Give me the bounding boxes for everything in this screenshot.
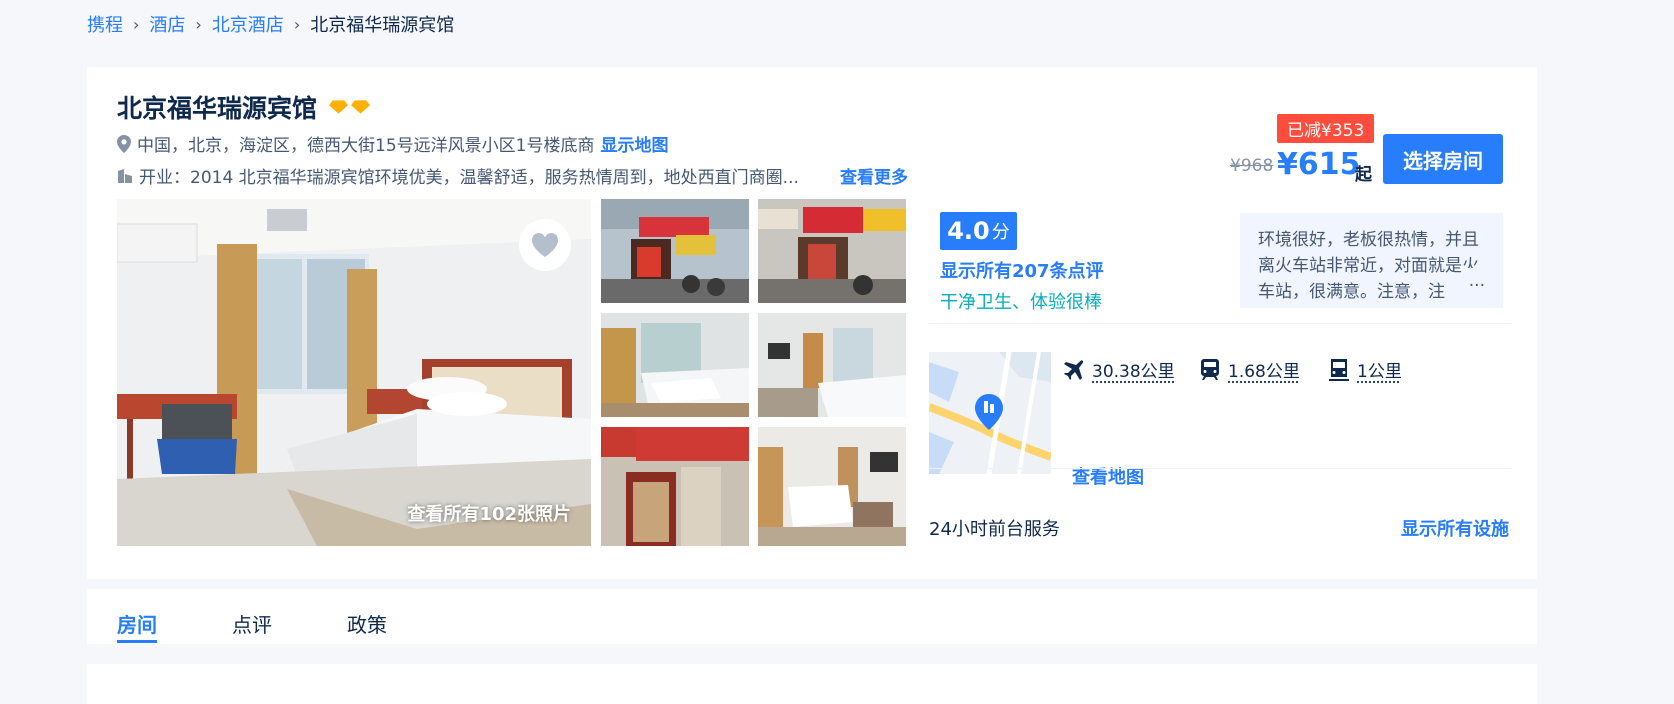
- review-score-badge: 4.0 分: [940, 212, 1017, 250]
- room-photo: [758, 427, 906, 546]
- location-pin-icon: [117, 134, 131, 153]
- metro-icon: [1329, 358, 1349, 381]
- hotel-card: 北京福华瑞源宾馆 中国，北京，海淀区，德西大街15号远洋风景小区1号楼底商 显示…: [87, 67, 1537, 579]
- storefront-photo: [601, 199, 749, 303]
- room-photo: [758, 313, 906, 417]
- section-tabs: 房间 点评 政策: [87, 589, 1537, 644]
- all-facilities-link[interactable]: 显示所有设施: [1401, 515, 1509, 541]
- address-text: 中国，北京，海淀区，德西大街15号远洋风景小区1号楼底商: [137, 136, 595, 156]
- review-tags: 干净卫生、体验很棒: [940, 292, 1102, 313]
- view-map-link[interactable]: 查看地图: [1072, 463, 1144, 489]
- hotel-address: 中国，北京，海淀区，德西大街15号远洋风景小区1号楼底商 显示地图: [117, 131, 668, 156]
- airplane-icon: [1064, 359, 1084, 380]
- heart-icon: [531, 233, 559, 257]
- divider: [929, 323, 1511, 324]
- chevron-right-icon: ›: [293, 14, 301, 34]
- thumbnail-4[interactable]: [758, 313, 906, 417]
- chevron-right-icon: ›: [133, 14, 140, 34]
- map-thumbnail[interactable]: [929, 352, 1051, 474]
- review-quote[interactable]: 环境很好，老板很热情，并且离火车站非常近，对面就是火车站，很满意。注意，注 ..…: [1240, 213, 1503, 308]
- facility-front-desk: 24小时前台服务: [929, 519, 1060, 540]
- discount-badge: 已减¥353: [1277, 114, 1375, 143]
- intro-text: 开业：2014 北京福华瑞源宾馆环境优美，温馨舒适，服务热情周到，地处西直门商圈…: [139, 168, 799, 188]
- see-more-link[interactable]: 查看更多: [840, 163, 908, 188]
- tab-reviews[interactable]: 点评: [232, 609, 272, 638]
- breadcrumb-current: 北京福华瑞源宾馆: [310, 15, 455, 36]
- score-unit: 分: [991, 222, 1010, 243]
- price-from-label: 起: [1355, 165, 1372, 185]
- breadcrumb-link-ctrip[interactable]: 携程: [87, 11, 123, 37]
- transport-metro: 1公里: [1329, 357, 1402, 382]
- tab-rooms[interactable]: 房间: [117, 609, 157, 638]
- breadcrumb-link-hotels[interactable]: 酒店: [149, 11, 185, 37]
- storefront-photo: [758, 199, 906, 303]
- thumbnail-3[interactable]: [601, 313, 749, 417]
- thumbnail-5[interactable]: [601, 427, 749, 546]
- review-quote-text: 环境很好，老板很热情，并且离火车站非常近，对面就是火车站，很满意。注意，注: [1258, 230, 1479, 302]
- main-photo[interactable]: 查看所有102张照片: [117, 199, 591, 546]
- select-room-button[interactable]: 选择房间: [1383, 134, 1503, 184]
- review-quote-ellipsis: ...: [1460, 268, 1485, 294]
- view-all-photos-link[interactable]: 查看所有102张照片: [407, 500, 571, 526]
- review-score: 4.0: [947, 217, 990, 245]
- favorite-button[interactable]: [519, 219, 571, 271]
- tab-policies[interactable]: 政策: [347, 609, 387, 638]
- thumbnail-6[interactable]: [758, 427, 906, 546]
- hotel-name: 北京福华瑞源宾馆: [117, 94, 318, 123]
- diamond-rating: [329, 100, 371, 114]
- storefront-photo: [601, 427, 749, 546]
- room-photo: [601, 313, 749, 417]
- breadcrumb-link-beijing-hotels[interactable]: 北京酒店: [212, 11, 284, 37]
- all-reviews-link[interactable]: 显示所有207条点评: [940, 257, 1104, 283]
- transport-train: 1.68公里: [1200, 357, 1300, 382]
- current-price: ¥615: [1277, 147, 1361, 182]
- map-image: [929, 352, 1051, 474]
- active-tab-indicator: [117, 640, 157, 643]
- train-icon: [1201, 358, 1219, 380]
- diamond-icon: [329, 100, 349, 114]
- divider: [929, 468, 1511, 469]
- original-price: ¥968: [1230, 156, 1274, 176]
- chevron-right-icon: ›: [195, 14, 202, 34]
- diamond-icon: [351, 100, 371, 114]
- thumbnail-1[interactable]: [601, 199, 749, 303]
- hotel-intro: 开业：2014 北京福华瑞源宾馆环境优美，温馨舒适，服务热情周到，地处西直门商圈…: [117, 163, 908, 188]
- hotel-title: 北京福华瑞源宾馆: [117, 89, 371, 125]
- building-icon: [118, 168, 132, 183]
- train-distance[interactable]: 1.68公里: [1228, 357, 1300, 382]
- thumbnail-2[interactable]: [758, 199, 906, 303]
- rooms-section: [87, 664, 1537, 704]
- transport-airport: 30.38公里: [1062, 357, 1175, 382]
- airport-distance[interactable]: 30.38公里: [1092, 357, 1175, 382]
- show-map-link[interactable]: 显示地图: [600, 131, 668, 156]
- metro-distance[interactable]: 1公里: [1357, 357, 1402, 382]
- breadcrumb: 携程 › 酒店 › 北京酒店 › 北京福华瑞源宾馆: [87, 10, 454, 38]
